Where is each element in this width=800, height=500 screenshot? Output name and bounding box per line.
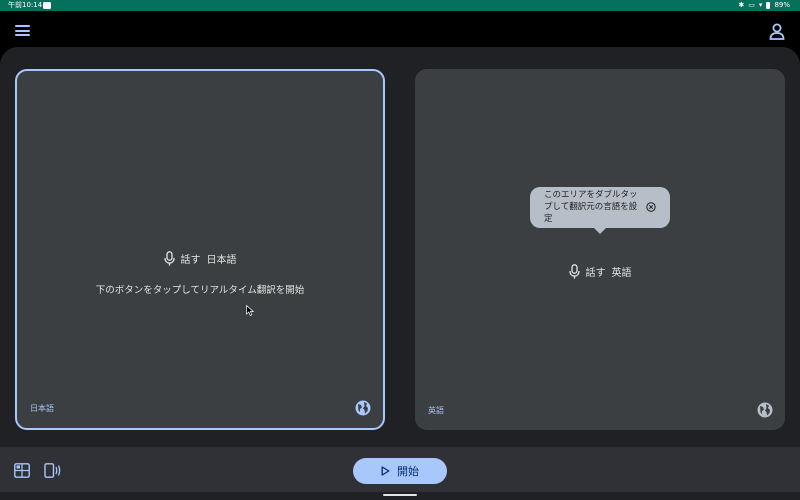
tooltip-text: このエリアをダブルタップして翻訳元の言語を設定 (544, 190, 638, 224)
globe-icon[interactable] (355, 400, 371, 416)
bluetooth-icon: ✱ (738, 1, 745, 9)
source-language-name: 日本語 (206, 255, 237, 266)
play-icon (381, 466, 390, 476)
sim-icon: ▭ (748, 1, 755, 9)
translation-area: 話す 日本語 下のボタンをタップしてリアルタイム翻訳を開始 日本語 話す 英語 … (0, 47, 800, 447)
double-tap-tooltip: このエリアをダブルタップして翻訳元の言語を設定 (530, 187, 670, 234)
mouse-cursor-icon (246, 305, 254, 316)
source-speak-label: 話す (180, 255, 201, 266)
microphone-icon (163, 251, 175, 266)
notification-icon (43, 2, 51, 9)
app-bar (0, 11, 800, 47)
status-bar: 午前10:14 ✱ ▭ ▾ 89% (0, 0, 800, 11)
start-button[interactable]: 開始 (353, 458, 447, 484)
target-speak-label: 話す (585, 268, 606, 279)
start-button-label: 開始 (397, 465, 419, 478)
target-language-panel[interactable]: 話す 英語 英語 (415, 69, 785, 430)
start-hint: 下のボタンをタップしてリアルタイム翻訳を開始 (95, 285, 305, 296)
menu-icon[interactable] (15, 25, 30, 36)
target-speak-row: 話す 英語 (415, 264, 785, 279)
account-icon[interactable] (769, 23, 785, 40)
source-speak-row: 話す 日本語 (17, 251, 383, 266)
gesture-handle[interactable] (383, 494, 417, 496)
target-language-name: 英語 (611, 268, 632, 279)
source-language-selector[interactable]: 日本語 (30, 403, 54, 414)
battery-percent: 89% (774, 1, 790, 9)
wifi-icon: ▾ (758, 1, 763, 9)
globe-icon[interactable] (757, 402, 773, 418)
target-language-selector[interactable]: 英語 (428, 405, 444, 416)
system-navigation (0, 492, 800, 500)
close-icon[interactable] (646, 202, 656, 212)
vibrate-icon[interactable] (44, 463, 61, 478)
status-time: 午前10:14 (8, 1, 43, 9)
battery-icon (766, 2, 771, 9)
microphone-icon (568, 264, 580, 279)
layout-icon[interactable] (14, 463, 30, 478)
tooltip-pointer (594, 228, 606, 234)
status-indicators: ✱ ▭ ▾ 89% (738, 0, 790, 11)
bottom-bar: 開始 (0, 447, 800, 492)
source-language-panel[interactable]: 話す 日本語 下のボタンをタップしてリアルタイム翻訳を開始 日本語 (15, 69, 385, 430)
